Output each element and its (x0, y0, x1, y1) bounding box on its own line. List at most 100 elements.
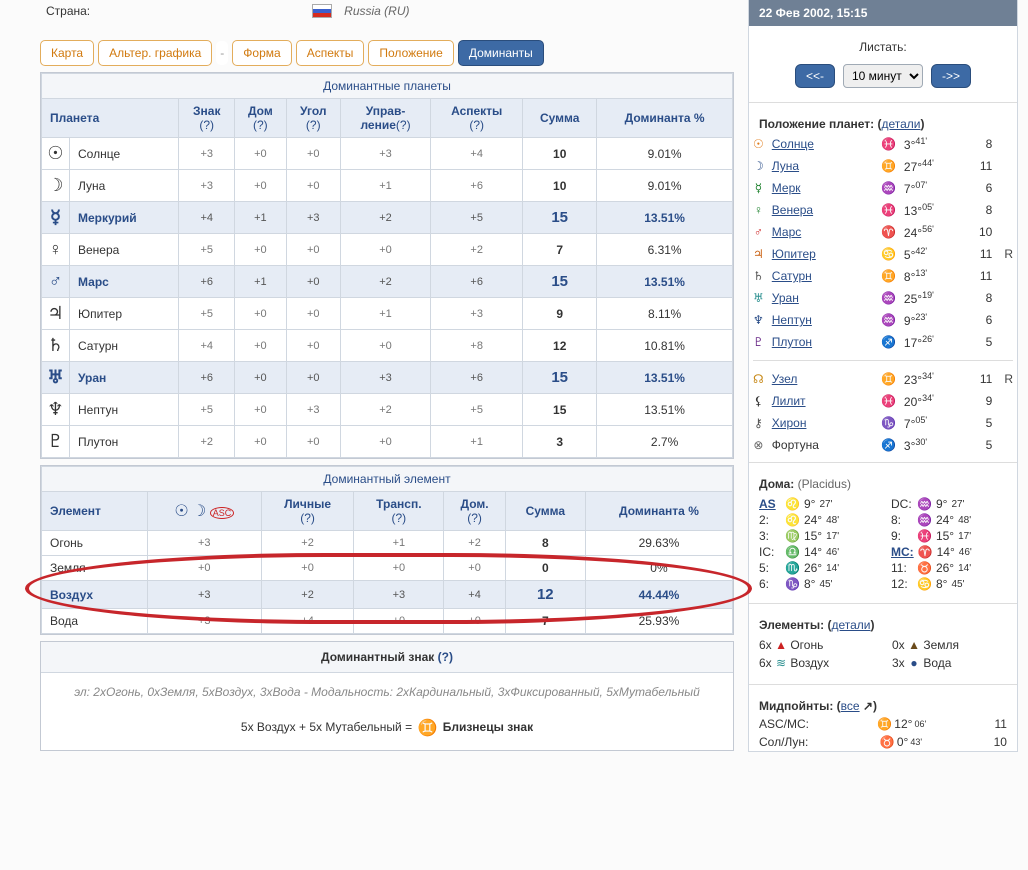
planet-row: ☽Луна+3+0+0+1+6109.01% (42, 170, 733, 202)
col-planet: Планета (42, 99, 179, 138)
planet-glyph: ♀ (42, 234, 70, 266)
planet-icon: ☊ (749, 368, 768, 390)
position-row: ☊Узел♊23°34'11R (749, 368, 1017, 390)
house-cell: MC:♈ 14°46' (891, 545, 1007, 559)
element-summary-item: 6x ▲ Огонь (759, 638, 874, 652)
position-link: Сатурн (772, 269, 812, 283)
planet-glyph: ☽ (42, 170, 70, 202)
planet-name: Марс (70, 266, 179, 298)
zodiac-icon: ♑ (877, 412, 900, 434)
house-cell: DC:♒ 9°27' (891, 497, 1007, 511)
position-link: Луна (772, 159, 799, 173)
planets-header-row: Планета Знак(?) Дом(?) Угол(?) Управ-лен… (42, 99, 733, 138)
step-select[interactable]: 1 минута5 минут10 минут30 минут1 час (843, 64, 923, 88)
positions-heading: Положение планет: (детали) (749, 109, 1017, 133)
position-row: ♂Марс♈24°56'10 (749, 221, 1017, 243)
col-transp: Трансп.(?) (354, 492, 444, 531)
planet-name: Сатурн (70, 330, 179, 362)
zodiac-icon: ♊ (877, 155, 900, 177)
elements-details-link[interactable]: детали (831, 618, 870, 632)
planet-glyph: ♆ (42, 394, 70, 426)
house-cell: 12:♋ 8°45' (891, 577, 1007, 591)
sign-panel: Доминантный знак (?) эл: 2xОгонь, 0xЗемл… (40, 641, 734, 751)
planets-table: Доминантные планеты Планета Знак(?) Дом(… (41, 73, 733, 458)
zodiac-icon: ♒ (877, 287, 900, 309)
planet-icon: ♅ (749, 287, 768, 309)
position-row: ⊗Фортуна♐3°30'5 (749, 434, 1017, 456)
tab-0[interactable]: Карта (40, 40, 94, 66)
planet-glyph: ☿ (42, 202, 70, 234)
house-cell: IC:♎ 14°46' (759, 545, 875, 559)
element-summary-item: 3x ● Вода (892, 656, 1007, 670)
element-summary-item: 6x ≋ Воздух (759, 656, 874, 670)
country-value: Russia (RU) (344, 4, 409, 18)
position-link: Хирон (772, 416, 807, 430)
position-link: Узел (772, 372, 798, 386)
gemini-icon: ♊ (417, 720, 437, 737)
sign-note: эл: 2xОгонь, 0xЗемля, 5xВоздух, 3xВода -… (41, 673, 733, 708)
element-row: Воздух+3+2+3+41244.44% (42, 581, 733, 609)
country-label: Страна: (46, 4, 90, 18)
col-sum: Сумма (523, 99, 597, 138)
planets-panel: Доминантные планеты Планета Знак(?) Дом(… (40, 72, 734, 459)
col-house: Дом(?) (235, 99, 287, 138)
zodiac-icon: ♊ (877, 368, 900, 390)
element-row: Вода+3+4+0+0725.93% (42, 609, 733, 634)
planet-row: ♂Марс+6+1+0+2+61513.51% (42, 266, 733, 298)
tab-2: - (216, 41, 228, 65)
position-link: Солнце (772, 137, 814, 151)
planet-row: ♆Нептун+5+0+3+2+51513.51% (42, 394, 733, 426)
planet-row: ☿Меркурий+4+1+3+2+51513.51% (42, 202, 733, 234)
planets-title: Доминантные планеты (42, 74, 733, 99)
position-row: ⚷Хирон♑7°05'5 (749, 412, 1017, 434)
position-row: ♀Венера♓13°05'8 (749, 199, 1017, 221)
hint-link[interactable]: (?) (438, 650, 453, 664)
position-link: Нептун (772, 313, 812, 327)
planet-glyph: ♂ (42, 266, 70, 298)
planet-row: ♅Уран+6+0+0+3+61513.51% (42, 362, 733, 394)
country-row: Страна: Russia (RU) (40, 0, 734, 22)
tab-4[interactable]: Аспекты (296, 40, 365, 66)
col-dom: Дом.(?) (444, 492, 505, 531)
planet-row: ☉Солнце+3+0+0+3+4109.01% (42, 138, 733, 170)
position-link: Лилит (772, 394, 806, 408)
prev-button[interactable]: <<- (795, 64, 835, 88)
tab-3[interactable]: Форма (232, 40, 291, 66)
midpoints-all-link[interactable]: все (841, 699, 860, 713)
position-link: Марс (772, 225, 801, 239)
planet-icon: ♇ (749, 331, 768, 353)
position-link: Уран (772, 291, 799, 305)
planet-icon: ♃ (749, 243, 768, 265)
position-row: ♇Плутон♐17°26'5 (749, 331, 1017, 353)
zodiac-icon: ♓ (877, 133, 900, 155)
elements-heading: Элементы: (детали) (749, 610, 1017, 634)
houses-grid: AS♌ 9°27'DC:♒ 9°27'2:♌ 24°48'8:♒ 24°48'3… (749, 493, 1017, 597)
house-cell: AS♌ 9°27' (759, 497, 875, 511)
planet-icon: ☽ (749, 155, 768, 177)
midpoint-row: Сол/Лун:♉ 0°43'10 (749, 733, 1017, 751)
positions-list: ☉Солнце♓3°41'8☽Луна♊27°44'11☿Мерк♒7°07'6… (749, 133, 1017, 456)
position-link: Венера (772, 203, 813, 217)
position-row: ♃Юпитер♋5°42'11R (749, 243, 1017, 265)
tab-5[interactable]: Положение (368, 40, 453, 66)
position-row: ♆Нептун♒9°23'6 (749, 309, 1017, 331)
planet-glyph: ♄ (42, 330, 70, 362)
tab-1[interactable]: Альтер. графика (98, 40, 212, 66)
elements-summary: 6x ▲ Огонь0x ▲ Земля6x ≋ Воздух3x ● Вода (749, 634, 1017, 678)
col-sign: Знак(?) (179, 99, 235, 138)
positions-details-link[interactable]: детали (881, 117, 920, 131)
next-button[interactable]: ->> (931, 64, 971, 88)
tab-6[interactable]: Доминанты (458, 40, 544, 66)
position-link: Плутон (772, 335, 812, 349)
planet-name: Нептун (70, 394, 179, 426)
flag-icon (312, 4, 332, 18)
house-cell: 6:♑ 8°45' (759, 577, 875, 591)
sign-title: Доминантный знак (?) (41, 642, 733, 673)
planet-icon: ♄ (749, 265, 768, 287)
planet-glyph: ☉ (42, 138, 70, 170)
houses-heading: Дома: (Placidus) (749, 469, 1017, 493)
planet-name: Меркурий (70, 202, 179, 234)
planet-icon: ☉ (749, 133, 768, 155)
col-element: Элемент (42, 492, 148, 531)
planet-glyph: ♇ (42, 426, 70, 458)
